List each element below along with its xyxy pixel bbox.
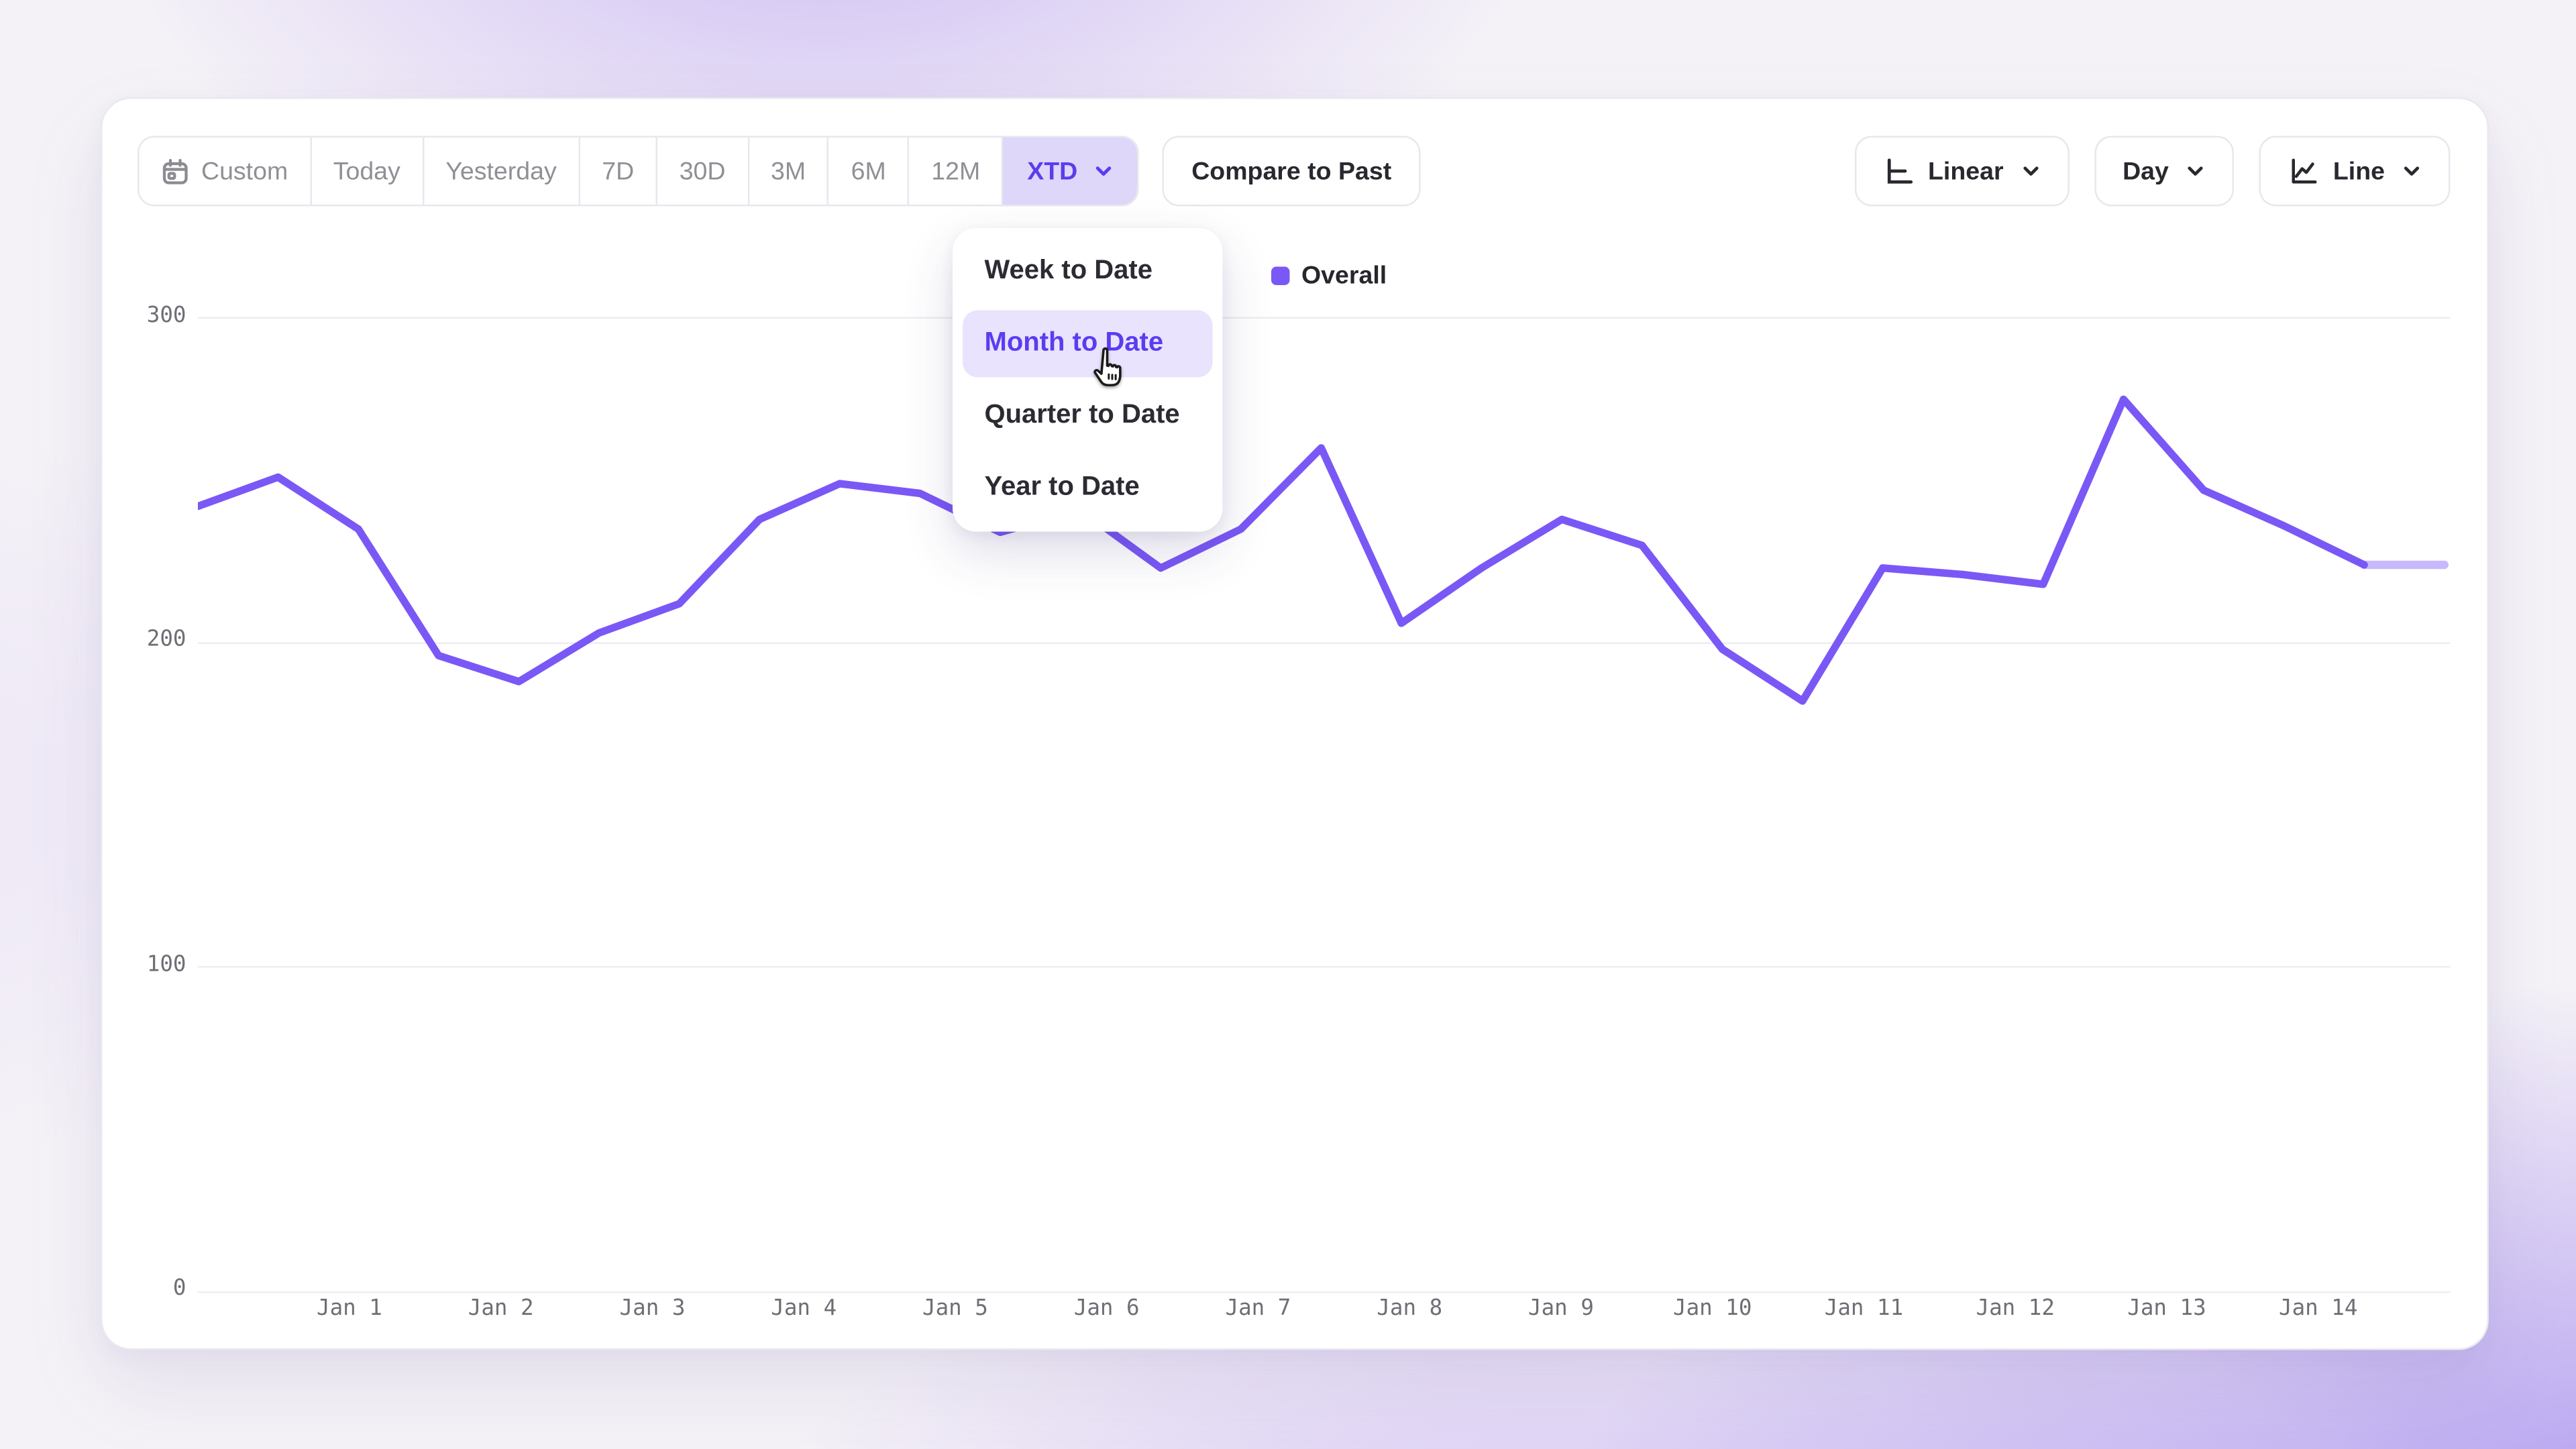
calendar-icon [161, 157, 190, 186]
chart-legend: Overall [1271, 262, 1387, 290]
preset-6m[interactable]: 6M [828, 138, 908, 205]
preset-xtd-dropdown-button[interactable]: XTD [1002, 138, 1138, 205]
date-range-toolbar: Custom Today Yesterday 7D 30D 3M 6M 12M … [138, 136, 1420, 207]
chevron-down-icon [2186, 161, 2206, 181]
y-tick-label-200: 200 [103, 627, 186, 653]
preset-today[interactable]: Today [310, 138, 423, 205]
chart-settings-toolbar: Linear Day Line [1854, 136, 2450, 207]
scale-select-button[interactable]: Linear [1854, 136, 2069, 207]
chart-line-svg [198, 287, 2451, 1352]
menu-item-year-to-date[interactable]: Year to Date [963, 455, 1213, 522]
analytics-card: Custom Today Yesterday 7D 30D 3M 6M 12M … [101, 97, 2489, 1350]
y-tick-label-100: 100 [103, 952, 186, 977]
compare-to-past-button[interactable]: Compare to Past [1163, 136, 1420, 207]
preset-custom[interactable]: Custom [140, 138, 310, 205]
legend-label-overall: Overall [1301, 262, 1387, 290]
preset-12m[interactable]: 12M [908, 138, 1002, 205]
granularity-select-button[interactable]: Day [2094, 136, 2235, 207]
preset-3m[interactable]: 3M [747, 138, 828, 205]
chart-type-select-button[interactable]: Line [2259, 136, 2451, 207]
preset-yesterday[interactable]: Yesterday [422, 138, 578, 205]
chevron-down-icon [2021, 161, 2041, 181]
preset-custom-label: Custom [201, 157, 288, 186]
preset-7d[interactable]: 7D [578, 138, 655, 205]
date-range-segmented-control: Custom Today Yesterday 7D 30D 3M 6M 12M … [138, 136, 1140, 207]
legend-swatch-overall [1271, 267, 1290, 286]
overall-series-line [198, 399, 2364, 701]
y-tick-label-300: 300 [103, 303, 186, 329]
preset-30d[interactable]: 30D [656, 138, 747, 205]
line-chart-icon [2288, 155, 2320, 187]
preset-xtd-label: XTD [1027, 157, 1077, 186]
linear-scale-icon [1883, 155, 1915, 187]
chevron-down-icon [1094, 161, 1114, 181]
y-tick-label-0: 0 [103, 1277, 186, 1302]
chevron-down-icon [2402, 161, 2422, 181]
menu-item-week-to-date[interactable]: Week to Date [963, 238, 1213, 305]
page-background: Custom Today Yesterday 7D 30D 3M 6M 12M … [0, 0, 2576, 1449]
hand-pointer-cursor [1085, 344, 1132, 403]
